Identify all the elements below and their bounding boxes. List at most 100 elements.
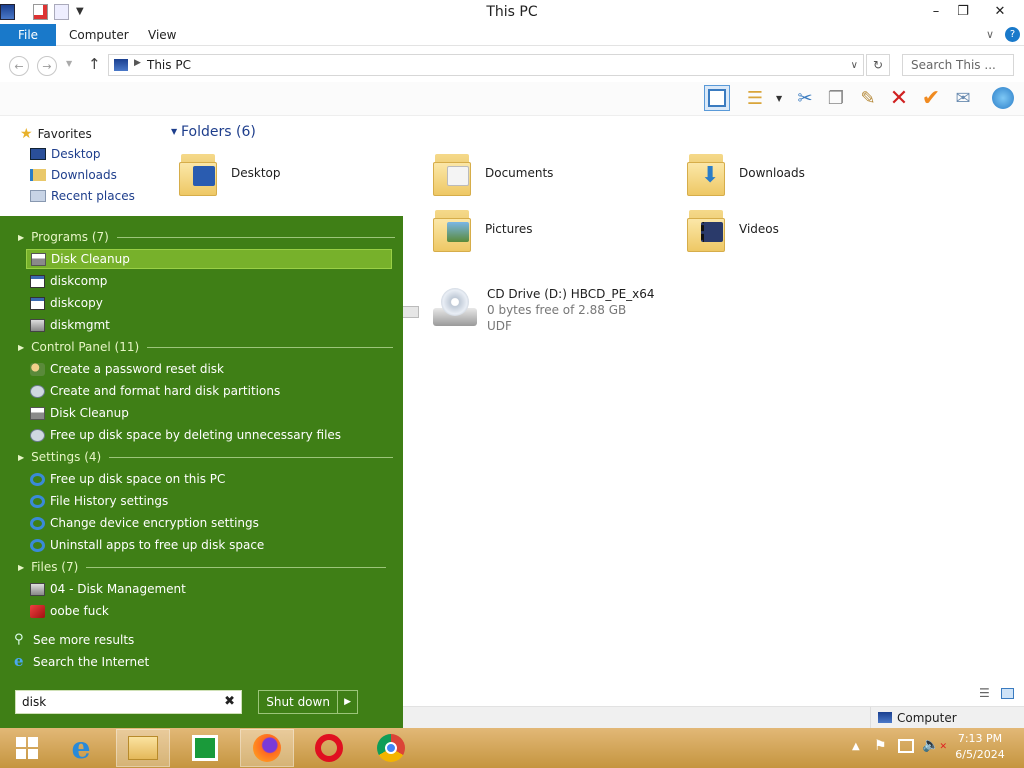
opera-icon — [315, 734, 343, 762]
breadcrumb[interactable]: This PC — [147, 58, 191, 72]
large-icons-view-icon[interactable] — [1001, 688, 1014, 699]
layout-pane-button[interactable] — [704, 85, 730, 111]
admin-tools-icon — [30, 384, 45, 398]
taskbar-chrome[interactable] — [364, 729, 418, 767]
shutdown-label: Shut down — [259, 691, 339, 713]
restore-button[interactable]: ❐ — [950, 0, 976, 22]
section-control-panel[interactable]: ▶ Control Panel (11) — [18, 340, 394, 354]
up-button[interactable]: ↑ — [88, 55, 101, 73]
result-free-up-disk-space-pc[interactable]: Free up disk space on this PC — [26, 469, 392, 489]
folder-desktop[interactable]: Desktop — [179, 150, 281, 196]
result-uninstall-apps[interactable]: Uninstall apps to free up disk space — [26, 535, 392, 555]
volume-muted-icon[interactable]: 🔈✕ — [922, 737, 947, 753]
forward-button[interactable]: → — [37, 56, 57, 76]
result-create-format-partitions[interactable]: Create and format hard disk partitions — [26, 381, 392, 401]
delete-icon[interactable]: ✕ — [886, 85, 912, 111]
admin-tools-icon — [30, 428, 45, 442]
email-icon[interactable]: ✉ — [950, 85, 976, 111]
folders-section-chevron-icon[interactable]: ▼ — [171, 127, 177, 136]
console-icon — [30, 274, 45, 288]
section-label: Control Panel (11) — [31, 340, 140, 354]
network-globe-icon[interactable] — [990, 85, 1016, 111]
folder-label: Downloads — [739, 166, 805, 180]
windows-store-icon — [192, 735, 218, 761]
network-icon[interactable] — [898, 739, 914, 753]
shutdown-options-icon[interactable]: ▶ — [338, 697, 357, 707]
result-diskcopy[interactable]: diskcopy — [26, 293, 392, 313]
result-create-password-reset-disk[interactable]: Create a password reset disk — [26, 359, 392, 379]
help-icon[interactable]: ? — [1005, 27, 1020, 42]
copy-icon[interactable]: ❐ — [823, 85, 849, 111]
folder-downloads[interactable]: ⬇ Downloads — [687, 150, 805, 196]
search-input[interactable]: Search This ... — [902, 54, 1014, 76]
result-diskmgmt[interactable]: diskmgmt — [26, 315, 392, 335]
result-change-device-encryption[interactable]: Change device encryption settings — [26, 513, 392, 533]
result-diskcomp[interactable]: diskcomp — [26, 271, 392, 291]
cut-icon[interactable]: ✂ — [792, 85, 818, 111]
back-button[interactable]: ← — [9, 56, 29, 76]
shutdown-button[interactable]: Shut down ▶ — [258, 690, 358, 714]
taskbar-clock[interactable]: 7:13 PM 6/5/2024 — [948, 731, 1012, 763]
recent-locations-icon[interactable]: ▼ — [66, 59, 72, 68]
section-files[interactable]: ▶ Files (7) — [18, 560, 387, 574]
properties-icon[interactable]: ☰ — [742, 85, 768, 111]
tab-view[interactable]: View — [148, 28, 176, 42]
minimize-button[interactable]: – — [922, 0, 950, 22]
show-hidden-icons-icon[interactable]: ▲ — [852, 741, 860, 752]
result-oobe-file[interactable]: oobe fuck — [26, 601, 392, 621]
result-disk-management-file[interactable]: 04 - Disk Management — [26, 579, 392, 599]
nav-item-downloads[interactable]: Downloads — [30, 168, 117, 182]
result-free-up-disk-space[interactable]: Free up disk space by deleting unnecessa… — [26, 425, 392, 445]
settings-gear-icon — [30, 472, 45, 486]
taskbar-internet-explorer[interactable]: e — [54, 729, 108, 767]
taskbar-windows-store[interactable] — [178, 729, 232, 767]
see-more-results[interactable]: ⚲ See more results — [14, 632, 134, 647]
address-dropdown-icon[interactable]: ∨ — [851, 60, 858, 71]
pictures-folder-icon — [433, 206, 473, 252]
start-button[interactable] — [0, 729, 54, 767]
taskbar-opera[interactable] — [302, 729, 356, 767]
videos-folder-icon — [687, 206, 727, 252]
folders-header[interactable]: Folders (6) — [181, 124, 256, 140]
folder-videos[interactable]: Videos — [687, 206, 779, 252]
rename-icon[interactable]: ✔ — [918, 85, 944, 111]
tab-computer[interactable]: Computer — [69, 28, 129, 42]
search-the-internet[interactable]: e Search the Internet — [14, 654, 149, 669]
paste-icon[interactable]: ✎ — [855, 85, 881, 111]
nav-favorites[interactable]: ★ Favorites — [20, 126, 92, 142]
address-bar[interactable]: ▶ This PC ∨ — [108, 54, 864, 76]
cd-drive[interactable]: CD Drive (D:) HBCD_PE_x64 0 bytes free o… — [431, 286, 655, 334]
settings-gear-icon — [30, 516, 45, 530]
taskbar-file-explorer[interactable] — [116, 729, 170, 767]
clear-search-icon[interactable]: ✖ — [224, 694, 235, 709]
section-programs[interactable]: ▶ Programs (7) — [18, 230, 395, 244]
nav-item-recent-places[interactable]: Recent places — [30, 189, 135, 203]
folder-label: Desktop — [231, 166, 281, 180]
result-disk-cleanup[interactable]: Disk Cleanup — [26, 249, 392, 269]
folder-documents[interactable]: Documents — [433, 150, 553, 196]
result-label: diskmgmt — [50, 318, 110, 332]
close-button[interactable]: ✕ — [976, 0, 1024, 22]
result-label: Create and format hard disk partitions — [50, 384, 281, 398]
folder-pictures[interactable]: Pictures — [433, 206, 533, 252]
section-settings[interactable]: ▶ Settings (4) — [18, 450, 394, 464]
nav-item-desktop[interactable]: Desktop — [30, 147, 101, 161]
breadcrumb-chevron-icon[interactable]: ▶ — [134, 58, 141, 68]
navigation-pane: ★ Favorites Desktop Downloads Recent pla… — [0, 116, 165, 216]
result-disk-cleanup-cp[interactable]: Disk Cleanup — [26, 403, 392, 423]
result-file-history-settings[interactable]: File History settings — [26, 491, 392, 511]
action-center-flag-icon[interactable]: ⚑ — [874, 738, 887, 754]
start-search-input[interactable]: disk ✖ — [15, 690, 242, 714]
downloads-icon — [30, 169, 46, 181]
result-label: Create a password reset disk — [50, 362, 224, 376]
tab-file[interactable]: File — [0, 24, 56, 46]
taskbar-firefox[interactable] — [240, 729, 294, 767]
details-view-icon[interactable]: ☰ — [979, 686, 990, 700]
desktop-icon — [30, 148, 46, 160]
properties-dropdown-icon[interactable]: ▼ — [776, 94, 782, 103]
refresh-button[interactable]: ↻ — [866, 54, 890, 76]
start-menu: ▶ Programs (7) Disk Cleanup diskcomp dis… — [0, 216, 403, 728]
expand-ribbon-icon[interactable]: ∨ — [986, 28, 994, 41]
disk-cleanup-icon — [30, 406, 45, 420]
cd-drive-filesystem: UDF — [487, 319, 512, 333]
